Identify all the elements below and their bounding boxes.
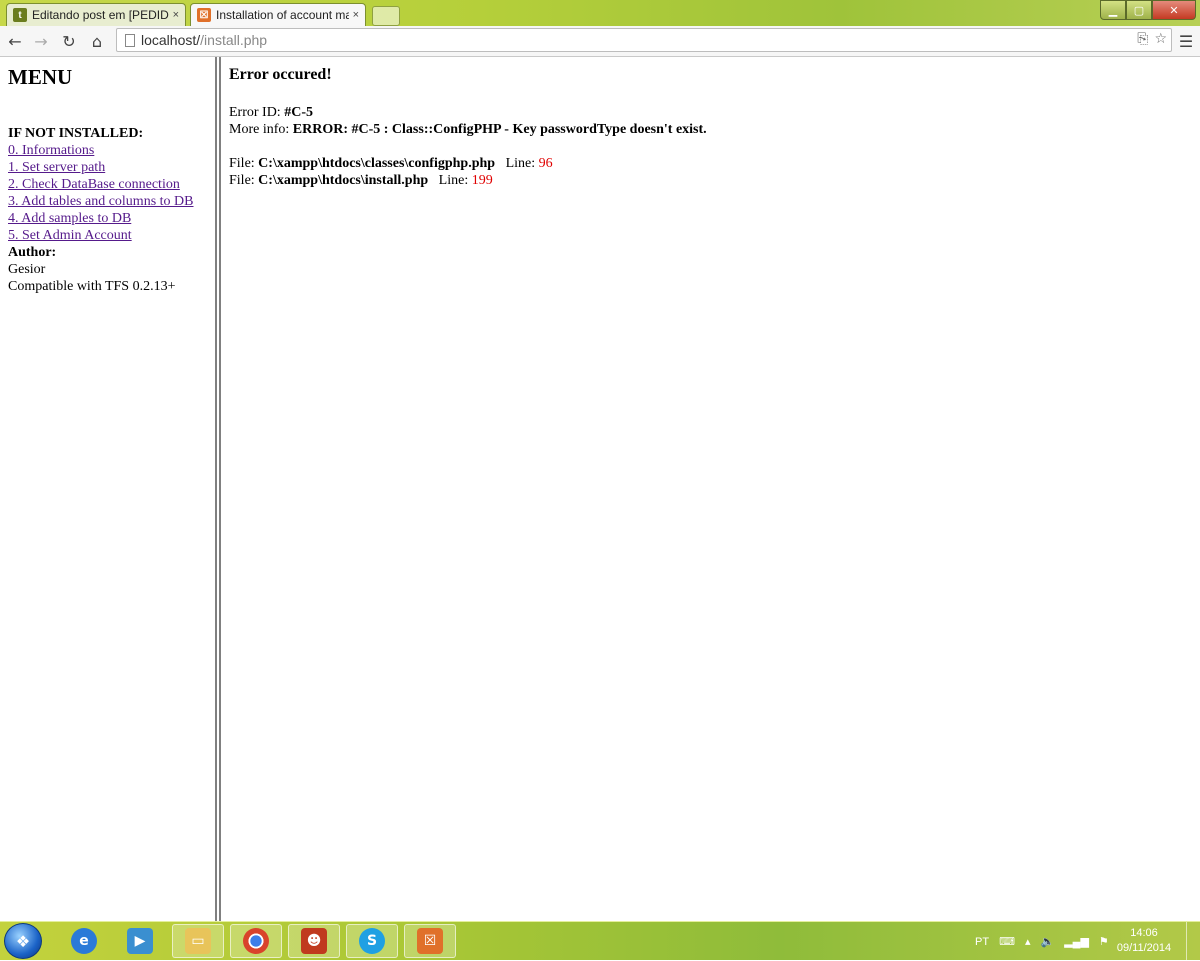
clock-time: 14:06 <box>1130 927 1158 939</box>
browser-toolbar: ← → ↻ ⌂ localhost//install.php ⎘ ☆ ☰ <box>0 26 1200 57</box>
tab-close-icon[interactable]: × <box>353 9 359 21</box>
back-arrow-icon[interactable]: ← <box>4 30 26 52</box>
file-label: File: <box>229 173 259 188</box>
url-host: localhost/ <box>141 32 201 48</box>
translate-icon[interactable]: ⎘ <box>1137 31 1148 47</box>
skype-icon: S <box>359 928 385 954</box>
file-label: File: <box>229 156 259 171</box>
tab-installation[interactable]: ☒ Installation of account ma × <box>190 3 366 26</box>
tab-editando-post[interactable]: t Editando post em [PEDIDO × <box>6 3 186 26</box>
address-bar[interactable]: localhost//install.php ⎘ ☆ <box>116 28 1172 52</box>
author-name: Gesior <box>8 262 46 277</box>
windows-taskbar: ❖ e ▶ ▭ ☻ S ☒ PT ⌨ ▴ 🔈 ▂▄▆ ⚑ 14:06 09/11… <box>0 921 1200 961</box>
line-number: 199 <box>471 173 493 188</box>
taskbar-skype[interactable]: S <box>346 924 398 958</box>
author-label: Author: <box>8 245 57 260</box>
file-path: C:\xampp\htdocs\classes\configphp.php <box>258 156 496 171</box>
chrome-icon <box>243 928 269 954</box>
home-icon[interactable]: ⌂ <box>86 30 108 52</box>
browser-titlebar: t Editando post em [PEDIDO × ☒ Installat… <box>0 0 1200 26</box>
keyboard-icon[interactable]: ⌨ <box>999 935 1015 948</box>
minimize-button[interactable]: ▁ <box>1100 0 1126 20</box>
clock-date: 09/11/2014 <box>1116 942 1172 954</box>
line-label: Line: <box>505 156 539 171</box>
menu-link-check-database[interactable]: 2. Check DataBase connection <box>8 176 194 193</box>
show-desktop-button[interactable] <box>1186 922 1200 961</box>
tumblr-favicon-icon: t <box>13 8 27 22</box>
more-info-row: More info: ERROR: #C-5 : Class::ConfigPH… <box>229 121 707 138</box>
start-button[interactable]: ❖ <box>4 923 42 959</box>
menu-link-set-admin[interactable]: 5. Set Admin Account <box>8 227 194 244</box>
reload-icon[interactable]: ↻ <box>58 30 80 52</box>
page-icon <box>125 33 135 47</box>
tab-label: Installation of account ma <box>216 8 349 22</box>
file-path: C:\xampp\htdocs\install.php <box>258 173 429 188</box>
taskbar-ie[interactable]: e <box>58 924 110 958</box>
network-signal-icon[interactable]: ▂▄▆ <box>1064 935 1089 948</box>
error-id-label: Error ID: <box>229 105 285 120</box>
trace-row: File: C:\xampp\htdocs\install.php Line: … <box>229 172 707 189</box>
show-hidden-icons-icon[interactable]: ▴ <box>1025 935 1031 948</box>
url-path: /install.php <box>200 32 268 48</box>
browser-menu-icon[interactable]: ☰ <box>1176 30 1196 52</box>
main-frame: Error occured! Error ID: #C-5 More info:… <box>221 57 1200 921</box>
line-number: 96 <box>538 156 553 171</box>
xampp-icon: ☒ <box>417 928 443 954</box>
line-label: Line: <box>438 173 472 188</box>
forward-arrow-icon[interactable]: → <box>30 30 52 52</box>
taskbar-media-player[interactable]: ▶ <box>114 924 166 958</box>
folder-icon: ▭ <box>185 928 211 954</box>
game-character-icon: ☻ <box>301 928 327 954</box>
more-info-value: ERROR: #C-5 : Class::ConfigPHP - Key pas… <box>292 122 707 137</box>
taskbar-clock[interactable]: 14:06 09/11/2014 <box>1116 926 1172 956</box>
error-id-value: #C-5 <box>284 105 313 120</box>
error-details: Error ID: #C-5 More info: ERROR: #C-5 : … <box>229 104 707 189</box>
menu-link-add-tables[interactable]: 3. Add tables and columns to DB <box>8 193 194 210</box>
menu-link-add-samples[interactable]: 4. Add samples to DB <box>8 210 194 227</box>
media-player-icon: ▶ <box>127 928 153 954</box>
section-heading: IF NOT INSTALLED: <box>8 126 144 141</box>
tab-close-icon[interactable]: × <box>173 9 179 21</box>
taskbar-game[interactable]: ☻ <box>288 924 340 958</box>
xampp-favicon-icon: ☒ <box>197 8 211 22</box>
bookmark-star-icon[interactable]: ☆ <box>1154 31 1167 47</box>
trace-row: File: C:\xampp\htdocs\classes\configphp.… <box>229 155 707 172</box>
menu-link-informations[interactable]: 0. Informations <box>8 142 194 159</box>
language-indicator[interactable]: PT <box>975 936 989 948</box>
close-window-button[interactable]: ✕ <box>1152 0 1196 20</box>
internet-explorer-icon: e <box>71 928 97 954</box>
menu-title: MENU <box>8 65 73 89</box>
taskbar-xampp[interactable]: ☒ <box>404 924 456 958</box>
menu-frame: MENU IF NOT INSTALLED: 0. Informations 1… <box>0 57 215 921</box>
taskbar-chrome[interactable] <box>230 924 282 958</box>
volume-icon[interactable]: 🔈 <box>1040 935 1054 948</box>
error-id-row: Error ID: #C-5 <box>229 104 707 121</box>
compat-note: Compatible with TFS 0.2.13+ <box>8 279 176 294</box>
taskbar-explorer[interactable]: ▭ <box>172 924 224 958</box>
menu-body: IF NOT INSTALLED: 0. Informations 1. Set… <box>8 125 194 295</box>
action-center-icon[interactable]: ⚑ <box>1099 935 1109 948</box>
tab-label: Editando post em [PEDIDO <box>32 8 169 22</box>
more-info-label: More info: <box>229 122 293 137</box>
new-tab-button[interactable] <box>372 6 400 26</box>
maximize-button[interactable]: ▢ <box>1126 0 1152 20</box>
error-title: Error occured! <box>229 66 332 83</box>
menu-link-set-server-path[interactable]: 1. Set server path <box>8 159 194 176</box>
system-tray: PT ⌨ ▴ 🔈 ▂▄▆ ⚑ <box>975 922 1109 961</box>
page-viewport: MENU IF NOT INSTALLED: 0. Informations 1… <box>0 57 1200 921</box>
